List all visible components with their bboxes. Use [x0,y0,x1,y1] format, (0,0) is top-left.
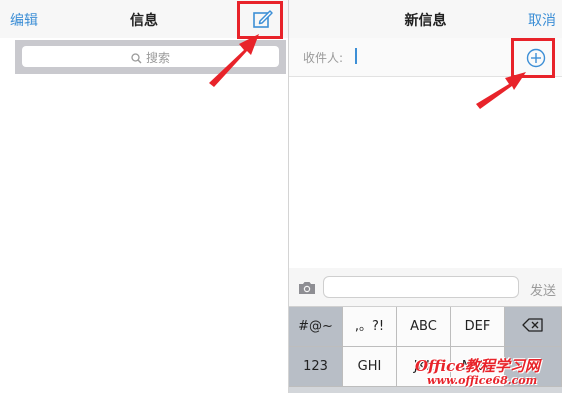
new-message-title: 新信息 [404,13,447,29]
key-punctuation[interactable]: ,。?! [343,307,397,347]
key-def[interactable]: DEF [451,307,505,347]
text-cursor [355,48,357,64]
send-button[interactable]: 发送 [530,280,556,299]
watermark-logo: Office教程学习网 [415,357,540,375]
new-message-navbar: 新信息 取消 [289,0,562,38]
search-input[interactable]: 搜索 [22,46,279,67]
key-numbers[interactable]: 123 [289,347,343,387]
message-input[interactable] [323,276,519,298]
add-contact-highlight-box [511,38,555,78]
message-input-bar: 发送 [289,268,562,307]
key-abc[interactable]: ABC [397,307,451,347]
key-symbols[interactable]: #@~ [289,307,343,347]
compose-highlight-box [237,1,283,39]
delete-icon [522,318,543,332]
new-message-screen: 新信息 取消 收件人: 发送 #@~ ,。?! ABC DEF 123 GHI … [289,0,562,393]
camera-icon[interactable] [297,280,317,296]
watermark: Office教程学习网 www.office68.com [415,355,540,387]
key-ghi[interactable]: GHI [343,347,397,387]
search-placeholder: 搜索 [145,51,170,65]
watermark-url: www.office68.com [427,374,538,387]
messages-list-screen: 编辑 信息 搜索 [0,0,288,393]
search-icon [131,53,142,64]
cancel-button[interactable]: 取消 [528,10,556,30]
delete-key[interactable] [505,307,562,347]
search-bar: 搜索 [15,40,286,74]
recipient-label: 收件人: [303,51,344,65]
